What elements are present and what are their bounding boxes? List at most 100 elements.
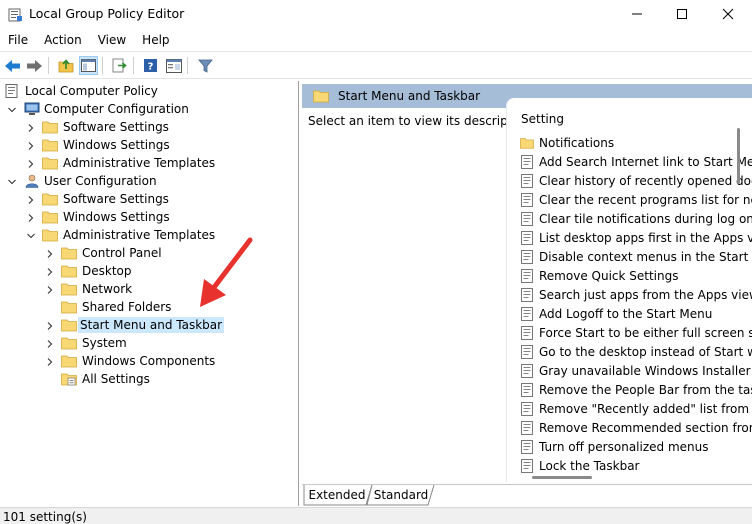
menu-file[interactable]: File bbox=[0, 33, 36, 47]
list-item[interactable]: Turn off personalized menus bbox=[520, 437, 752, 456]
menu-action[interactable]: Action bbox=[36, 33, 90, 47]
list-item-label: Clear the recent programs list for new u… bbox=[539, 192, 752, 207]
tree-label-cc-software-settings[interactable]: Software Settings bbox=[61, 119, 171, 135]
folder-icon bbox=[42, 229, 58, 242]
list-item-label: Remove "Recently added" list from Start … bbox=[539, 401, 752, 416]
chevron-right-icon[interactable] bbox=[45, 339, 55, 349]
vertical-scrollbar-thumb[interactable] bbox=[737, 128, 740, 184]
console-tree-icon bbox=[81, 59, 96, 72]
list-item[interactable]: Remove Recommended section from Start Me… bbox=[520, 418, 752, 437]
up-one-level-button[interactable] bbox=[56, 56, 75, 75]
tab-standard[interactable]: Standard bbox=[372, 485, 430, 505]
status-bar: 101 setting(s) bbox=[0, 507, 752, 524]
folder-icon bbox=[42, 139, 58, 152]
filter-options-button[interactable] bbox=[196, 56, 215, 75]
properties-button[interactable] bbox=[164, 56, 183, 75]
chevron-down-icon[interactable] bbox=[7, 177, 17, 187]
chevron-right-icon[interactable] bbox=[45, 249, 55, 259]
tree-label-desktop[interactable]: Desktop bbox=[80, 263, 134, 279]
list-item[interactable]: Force Start to be either full screen siz… bbox=[520, 323, 752, 342]
folder-icon bbox=[42, 157, 58, 170]
back-arrow-icon bbox=[5, 59, 20, 72]
tree-label-uc-software-settings[interactable]: Software Settings bbox=[61, 191, 171, 207]
list-item[interactable]: Remove the People Bar from the taskbar bbox=[520, 380, 752, 399]
help-button[interactable]: ? bbox=[141, 56, 160, 75]
chevron-right-icon[interactable] bbox=[26, 213, 36, 223]
chevron-right-icon[interactable] bbox=[26, 195, 36, 205]
chevron-right-icon[interactable] bbox=[45, 267, 55, 277]
chevron-down-icon[interactable] bbox=[26, 231, 36, 241]
chevron-right-icon[interactable] bbox=[26, 123, 36, 133]
column-header-setting[interactable]: Setting bbox=[521, 112, 564, 126]
list-item[interactable]: Clear tile notifications during log on bbox=[520, 209, 752, 228]
menu-help[interactable]: Help bbox=[134, 33, 177, 47]
list-item-label: Go to the desktop instead of Start when … bbox=[539, 344, 752, 359]
policy-setting-icon bbox=[521, 287, 533, 302]
gpedit-app-icon bbox=[8, 8, 22, 22]
minimize-button[interactable] bbox=[614, 0, 660, 28]
list-item[interactable]: Add Search Internet link to Start Menu bbox=[520, 152, 752, 171]
tree-label-network[interactable]: Network bbox=[80, 281, 134, 297]
policy-setting-icon bbox=[521, 230, 533, 245]
computer-icon bbox=[24, 102, 40, 115]
tree-label-user-configuration[interactable]: User Configuration bbox=[42, 173, 159, 189]
chevron-right-icon[interactable] bbox=[45, 357, 55, 367]
policy-setting-icon bbox=[521, 249, 533, 264]
list-item[interactable]: Disable context menus in the Start Menu bbox=[520, 247, 752, 266]
list-item[interactable]: Notifications bbox=[520, 133, 752, 152]
list-item[interactable]: Go to the desktop instead of Start when … bbox=[520, 342, 752, 361]
policy-setting-icon bbox=[521, 344, 533, 359]
chevron-right-icon[interactable] bbox=[26, 159, 36, 169]
horizontal-scrollbar-thumb[interactable] bbox=[532, 476, 592, 479]
chevron-right-icon[interactable] bbox=[45, 285, 55, 295]
list-item[interactable]: Lock the Taskbar bbox=[520, 456, 752, 475]
show-hide-console-tree-button[interactable] bbox=[79, 56, 98, 75]
export-list-button[interactable] bbox=[110, 56, 129, 75]
list-item[interactable]: Remove Quick Settings bbox=[520, 266, 752, 285]
tree-label-windows-components[interactable]: Windows Components bbox=[80, 353, 217, 369]
menu-bar: File Action View Help bbox=[0, 30, 752, 50]
tree-label-uc-windows-settings[interactable]: Windows Settings bbox=[61, 209, 172, 225]
annotation-arrow-icon bbox=[200, 237, 253, 307]
all-settings-icon bbox=[61, 373, 77, 386]
list-item[interactable]: Gray unavailable Windows Installer progr… bbox=[520, 361, 752, 380]
folder-icon bbox=[61, 355, 77, 368]
tree-label-shared-folders[interactable]: Shared Folders bbox=[80, 299, 173, 315]
list-item[interactable]: Search just apps from the Apps view bbox=[520, 285, 752, 304]
forward-button[interactable] bbox=[25, 56, 44, 75]
tree-label-system[interactable]: System bbox=[80, 335, 129, 351]
tree-label-start-menu-and-taskbar[interactable]: Start Menu and Taskbar bbox=[78, 317, 225, 333]
close-button[interactable] bbox=[705, 0, 751, 28]
folder-icon bbox=[42, 211, 58, 224]
chevron-right-icon[interactable] bbox=[45, 321, 55, 331]
settings-list[interactable]: Setting Notifications Add Search Interne… bbox=[506, 98, 752, 482]
list-item[interactable]: Add Logoff to the Start Menu bbox=[520, 304, 752, 323]
policy-setting-icon bbox=[521, 401, 533, 416]
tree-label-cc-windows-settings[interactable]: Windows Settings bbox=[61, 137, 172, 153]
tree-label-all-settings[interactable]: All Settings bbox=[80, 371, 152, 387]
maximize-icon bbox=[677, 9, 687, 19]
list-item-label: Gray unavailable Windows Installer progr… bbox=[539, 363, 752, 378]
maximize-button[interactable] bbox=[659, 0, 705, 28]
chevron-right-icon[interactable] bbox=[26, 141, 36, 151]
policy-setting-icon bbox=[521, 211, 533, 226]
tree-label-control-panel[interactable]: Control Panel bbox=[80, 245, 164, 261]
list-item-label: Clear tile notifications during log on bbox=[539, 211, 752, 226]
list-item-label: Force Start to be either full screen siz… bbox=[539, 325, 752, 340]
tab-extended[interactable]: Extended bbox=[308, 485, 366, 505]
list-item-label: Remove Quick Settings bbox=[539, 268, 679, 283]
tree-label-computer-configuration[interactable]: Computer Configuration bbox=[42, 101, 191, 117]
list-item[interactable]: Clear history of recently opened documen… bbox=[520, 171, 752, 190]
toolbar-separator bbox=[187, 57, 188, 74]
tree-label-local-computer-policy[interactable]: Local Computer Policy bbox=[23, 83, 160, 99]
back-button[interactable] bbox=[3, 56, 22, 75]
tree-label-cc-administrative-templates[interactable]: Administrative Templates bbox=[61, 155, 217, 171]
list-item[interactable]: Remove "Recently added" list from Start … bbox=[520, 399, 752, 418]
chevron-down-icon[interactable] bbox=[7, 105, 17, 115]
menu-view[interactable]: View bbox=[90, 33, 134, 47]
list-item[interactable]: Clear the recent programs list for new u… bbox=[520, 190, 752, 209]
folder-icon bbox=[61, 337, 77, 350]
folder-icon bbox=[42, 121, 58, 134]
list-item[interactable]: List desktop apps first in the Apps view bbox=[520, 228, 752, 247]
policy-setting-icon bbox=[521, 363, 533, 378]
